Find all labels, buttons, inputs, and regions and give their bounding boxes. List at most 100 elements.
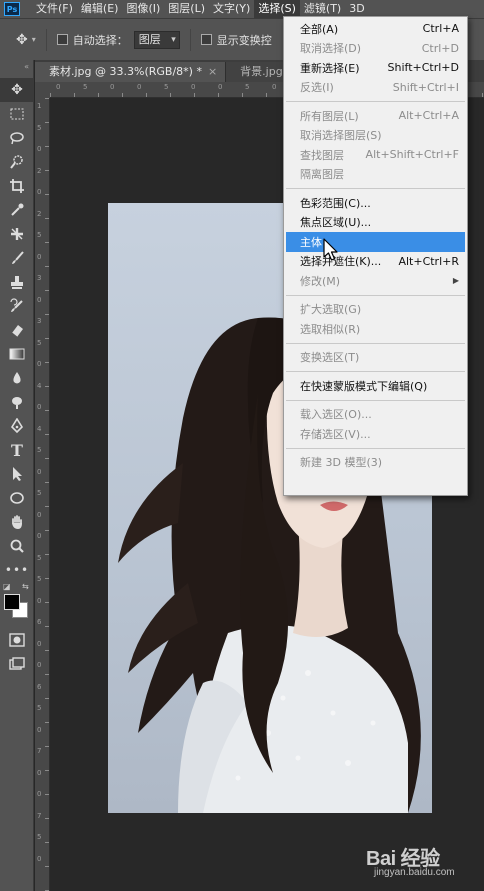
menu-divider xyxy=(286,371,465,372)
menu-item-label: 重新选择(E) xyxy=(300,61,360,75)
brush-tool-icon[interactable] xyxy=(0,246,34,270)
type-tool-icon[interactable]: T xyxy=(0,438,34,462)
select-menu-dropdown: 全部(A) Ctrl+A 取消选择(D) Ctrl+D 重新选择(E) Shift+Ctr… xyxy=(283,16,468,496)
ruler-tick-label: 3 xyxy=(37,274,42,282)
collapse-icon[interactable]: « xyxy=(0,60,33,78)
menu-item[interactable]: 所有图层(L) Alt+Ctrl+A xyxy=(284,106,467,126)
menu-item[interactable]: 变换选区(T) xyxy=(284,348,467,368)
photoshop-logo: Ps xyxy=(4,2,20,16)
gradient-tool-icon[interactable] xyxy=(0,342,34,366)
chevron-down-icon[interactable]: ▾ xyxy=(32,35,36,44)
screen-mode-icon[interactable] xyxy=(0,652,34,676)
menu-item[interactable]: 隔离图层 xyxy=(284,165,467,185)
foreground-color-swatch[interactable] xyxy=(4,594,20,610)
ruler-tick-label: 6 xyxy=(37,682,42,691)
menu-item[interactable]: 焦点区域(U)... xyxy=(284,213,467,233)
menu-type[interactable]: 文字(Y) xyxy=(209,0,254,18)
more-tools-icon[interactable]: ••• xyxy=(0,558,34,582)
ruler-tick-label: 0 xyxy=(56,83,61,91)
ruler-tick-label: 0 xyxy=(37,188,42,196)
clone-stamp-tool-icon[interactable] xyxy=(0,270,34,294)
lasso-tool-icon[interactable] xyxy=(0,126,34,150)
menu-item[interactable]: 修改(M) ▶ xyxy=(284,271,467,291)
tab-document-1[interactable]: 素材.jpg @ 33.3%(RGB/8*) * × xyxy=(35,62,227,82)
submenu-arrow-icon: ▶ xyxy=(452,276,459,286)
watermark: Bai 经验 jingyan.baidu.com xyxy=(366,842,476,886)
menu-item[interactable]: 查找图层 Alt+Shift+Ctrl+F xyxy=(284,145,467,165)
ruler-tick-label: 0 xyxy=(37,768,42,777)
menu-item[interactable]: 取消选择(D) Ctrl+D xyxy=(284,39,467,59)
ruler-tick-label: 0 xyxy=(37,790,42,798)
menu-item[interactable]: 色彩范围(C)... xyxy=(284,193,467,213)
eraser-tool-icon[interactable] xyxy=(0,318,34,342)
ruler-tick-label: 0 xyxy=(272,83,277,91)
menu-item[interactable]: 选取相似(R) xyxy=(284,319,467,339)
ruler-tick-label: 5 xyxy=(37,704,42,712)
eyedropper-tool-icon[interactable] xyxy=(0,198,34,222)
ruler-tick-label: 5 xyxy=(37,123,42,132)
menu-edit[interactable]: 编辑(E) xyxy=(77,0,123,18)
swap-colors-icon[interactable]: ⇆ xyxy=(22,582,29,591)
menu-item[interactable]: 全部(A) Ctrl+A xyxy=(284,19,467,39)
menu-item[interactable]: 载入选区(O)... xyxy=(284,405,467,425)
close-icon[interactable]: × xyxy=(208,65,217,78)
menu-item[interactable]: 存储选区(V)... xyxy=(284,424,467,444)
divider xyxy=(45,28,47,51)
history-brush-tool-icon[interactable] xyxy=(0,294,34,318)
ruler-tick-label: 0 xyxy=(37,596,42,605)
ruler-tick-label: 5 xyxy=(164,83,169,91)
menu-divider xyxy=(286,188,465,189)
ruler-tick-label: 7 xyxy=(37,747,42,755)
menu-item[interactable]: 选择并遮住(K)... Alt+Ctrl+R xyxy=(284,252,467,272)
tab-label: 素材.jpg @ 33.3%(RGB/8*) * xyxy=(49,65,202,78)
ruler-tick-label: 5 xyxy=(37,489,42,497)
marquee-tool-icon[interactable] xyxy=(0,102,34,126)
menu-divider xyxy=(286,294,465,296)
path-select-tool-icon[interactable] xyxy=(0,462,34,486)
blur-tool-icon[interactable] xyxy=(0,366,34,390)
zoom-tool-icon[interactable] xyxy=(0,534,34,558)
default-colors-icon[interactable]: ◪ xyxy=(3,582,11,591)
quick-select-tool-icon[interactable] xyxy=(0,150,34,174)
menu-item[interactable]: 主体 xyxy=(286,232,465,252)
ruler-tick-label: 1 xyxy=(37,102,42,110)
ruler-tick-label: 0 xyxy=(37,145,42,153)
crop-tool-icon[interactable] xyxy=(0,174,34,198)
menu-file[interactable]: 文件(F) xyxy=(32,0,77,18)
hand-tool-icon[interactable] xyxy=(0,510,34,534)
menu-item[interactable]: 新建 3D 模型(3) xyxy=(284,453,467,473)
ruler-tick-label: 0 xyxy=(37,639,42,648)
ruler-tick-label: 5 xyxy=(37,553,42,562)
dodge-tool-icon[interactable] xyxy=(0,390,34,414)
pen-tool-icon[interactable] xyxy=(0,414,34,438)
quick-mask-icon[interactable] xyxy=(0,628,34,652)
menu-item-label: 隔离图层 xyxy=(300,168,344,182)
menu-item[interactable]: 重新选择(E) Shift+Ctrl+D xyxy=(284,58,467,78)
tools-panel: « ✥ T ••• ◪ ⇆ xyxy=(0,60,34,891)
menu-item[interactable]: 在快速蒙版模式下编辑(Q) xyxy=(284,376,467,396)
vertical-ruler[interactable]: 1 5 0 2 0 2 5 0 3 0 3 5 0 4 0 4 5 0 5 0 0 5 5 0 6 0 0 6 5 0 7 0 0 7 5 0 xyxy=(35,98,50,891)
menu-item[interactable]: 反选(I) Shift+Ctrl+I xyxy=(284,78,467,98)
menu-layer[interactable]: 图层(L) xyxy=(164,0,209,18)
menu-image[interactable]: 图像(I) xyxy=(122,0,164,18)
ruler-tick-label: 0 xyxy=(37,661,42,669)
menu-item[interactable]: 扩大选取(G) xyxy=(284,300,467,320)
menu-item-label: 载入选区(O)... xyxy=(300,408,372,422)
show-transform-checkbox[interactable] xyxy=(200,34,212,45)
healing-brush-tool-icon[interactable] xyxy=(0,222,34,246)
move-tool-icon[interactable]: ✥ xyxy=(0,78,34,102)
menu-divider xyxy=(286,399,465,401)
menu-item-label: 取消选择图层(S) xyxy=(300,129,382,143)
ruler-tick-label: 0 xyxy=(37,467,42,476)
ruler-tick-label: 0 xyxy=(37,360,42,368)
ruler-tick-label: 0 xyxy=(37,510,42,519)
menu-item-shortcut: Alt+Ctrl+A xyxy=(398,109,459,123)
ellipse-tool-icon[interactable] xyxy=(0,486,34,510)
menu-item-shortcut: Alt+Ctrl+R xyxy=(398,254,459,268)
move-tool-preset-icon[interactable]: ✥ xyxy=(16,32,28,48)
menu-item-label: 扩大选取(G) xyxy=(300,303,362,317)
menu-item-label: 全部(A) xyxy=(300,22,339,36)
menu-item[interactable]: 取消选择图层(S) xyxy=(284,126,467,146)
auto-select-dropdown[interactable]: 图层 xyxy=(133,30,180,49)
auto-select-checkbox[interactable] xyxy=(56,34,68,45)
